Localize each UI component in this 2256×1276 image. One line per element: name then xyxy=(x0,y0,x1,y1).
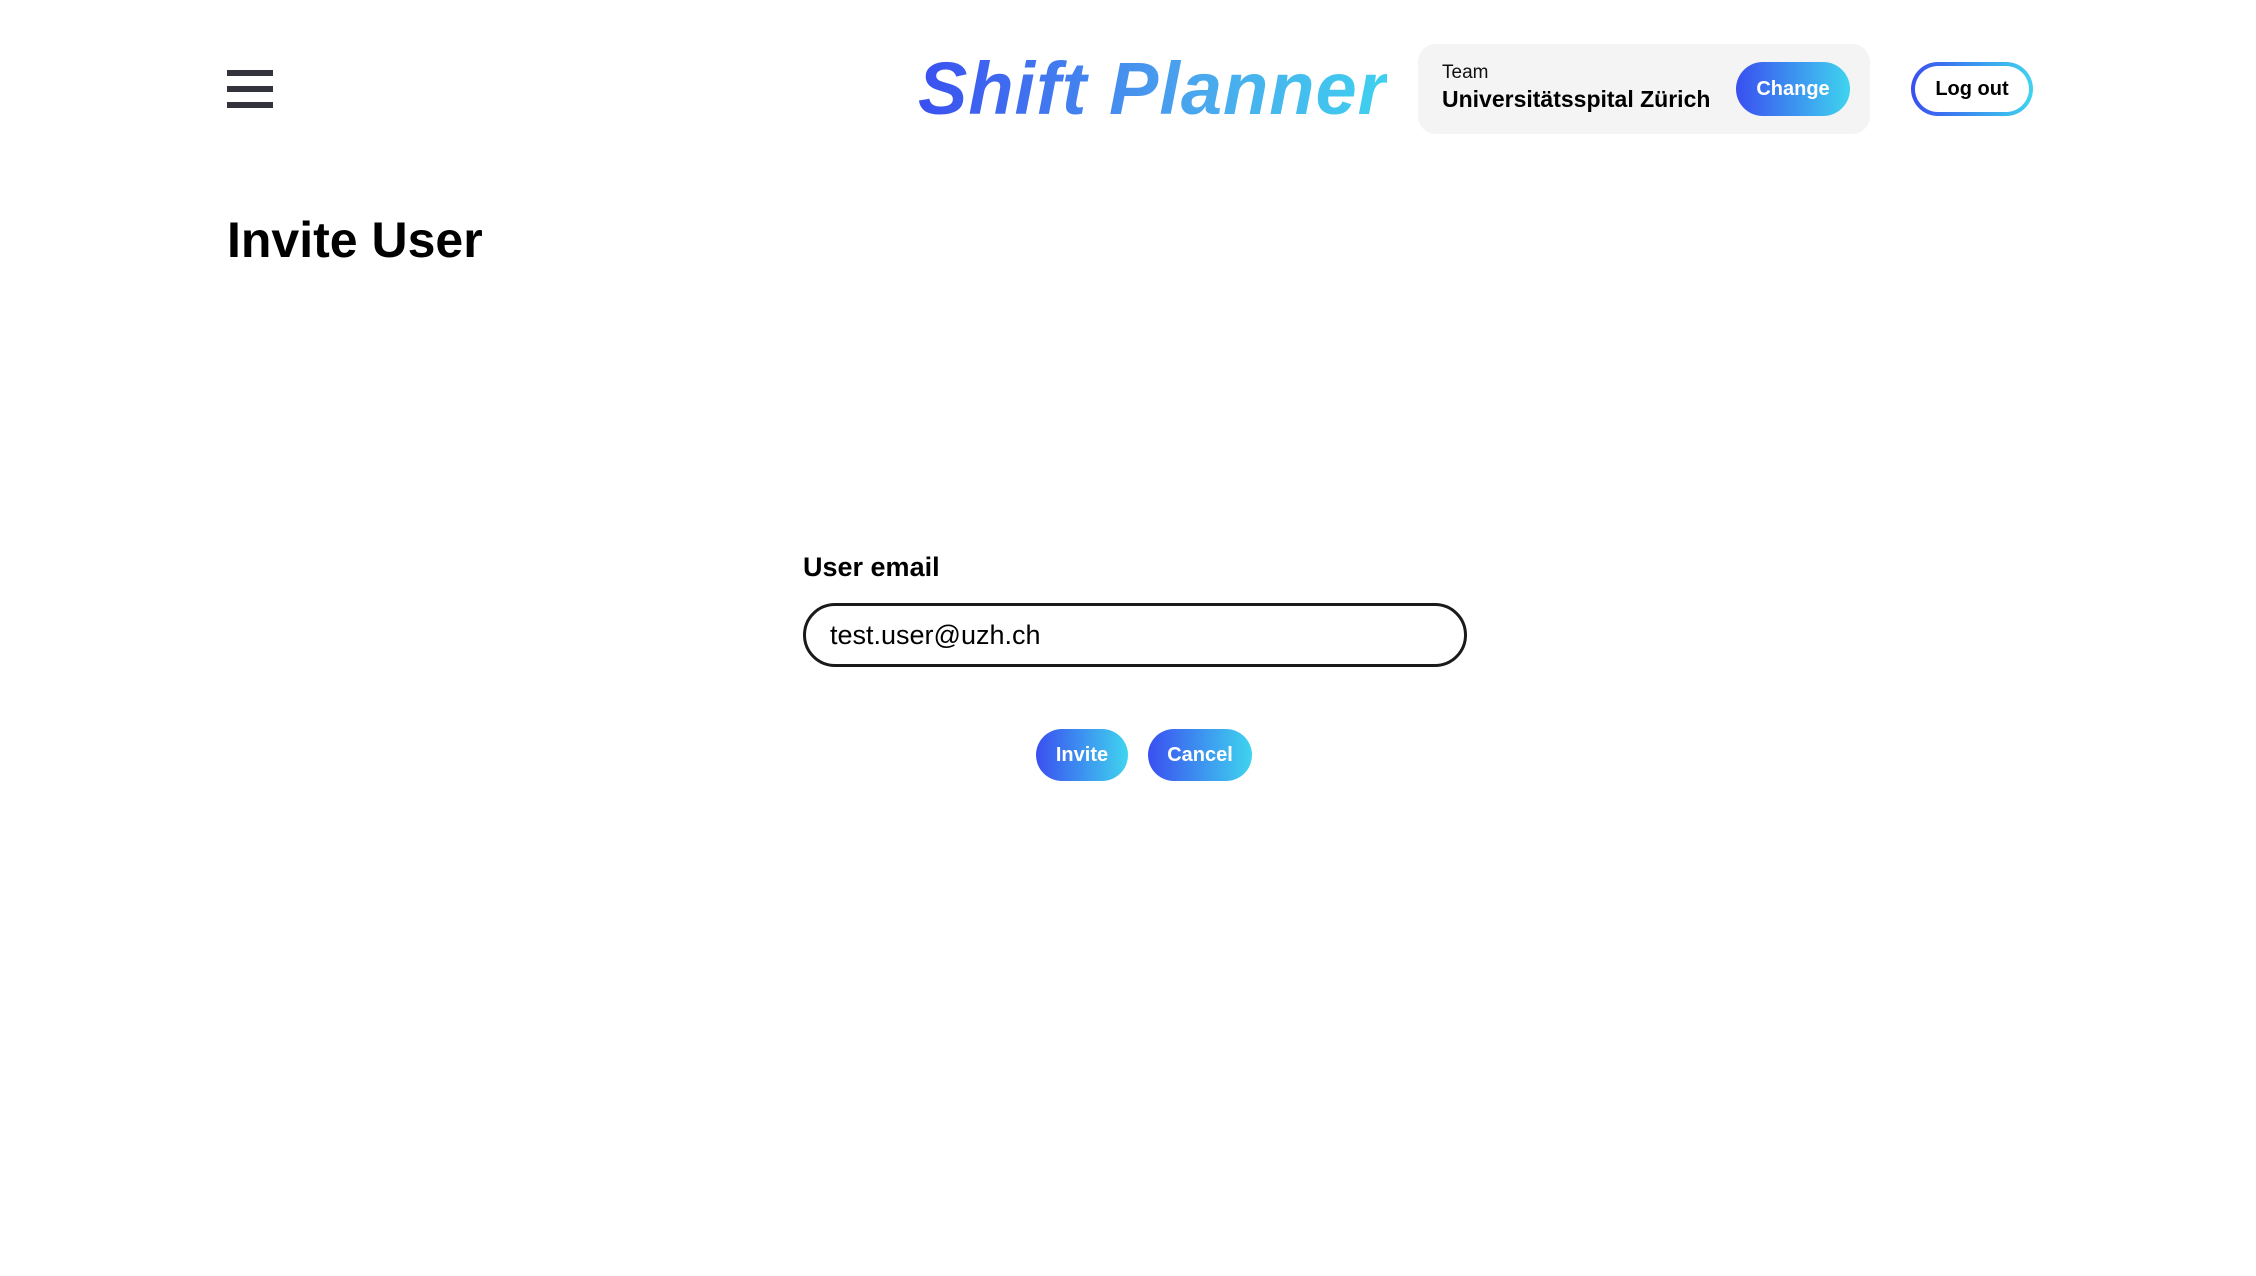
user-email-input[interactable] xyxy=(803,603,1467,667)
app-title: Shift Planner xyxy=(918,44,1387,134)
user-email-label: User email xyxy=(803,552,940,582)
invite-button[interactable]: Invite xyxy=(1036,729,1128,781)
team-name: Universitätsspital Zürich xyxy=(1442,86,1711,112)
cancel-button[interactable]: Cancel xyxy=(1148,729,1252,781)
team-selector: Team Universitätsspital Zürich Change xyxy=(1418,44,1870,134)
logout-button[interactable]: Log out xyxy=(1911,62,2033,116)
change-team-button[interactable]: Change xyxy=(1736,62,1850,116)
invite-user-page: Shift Planner Team Universitätsspital Zü… xyxy=(0,0,2256,1276)
menu-bar xyxy=(227,102,273,108)
menu-bar xyxy=(227,70,273,76)
menu-bar xyxy=(227,86,273,92)
team-caption: Team xyxy=(1442,62,1489,83)
page-title: Invite User xyxy=(227,212,483,268)
hamburger-menu-icon[interactable] xyxy=(227,70,273,110)
